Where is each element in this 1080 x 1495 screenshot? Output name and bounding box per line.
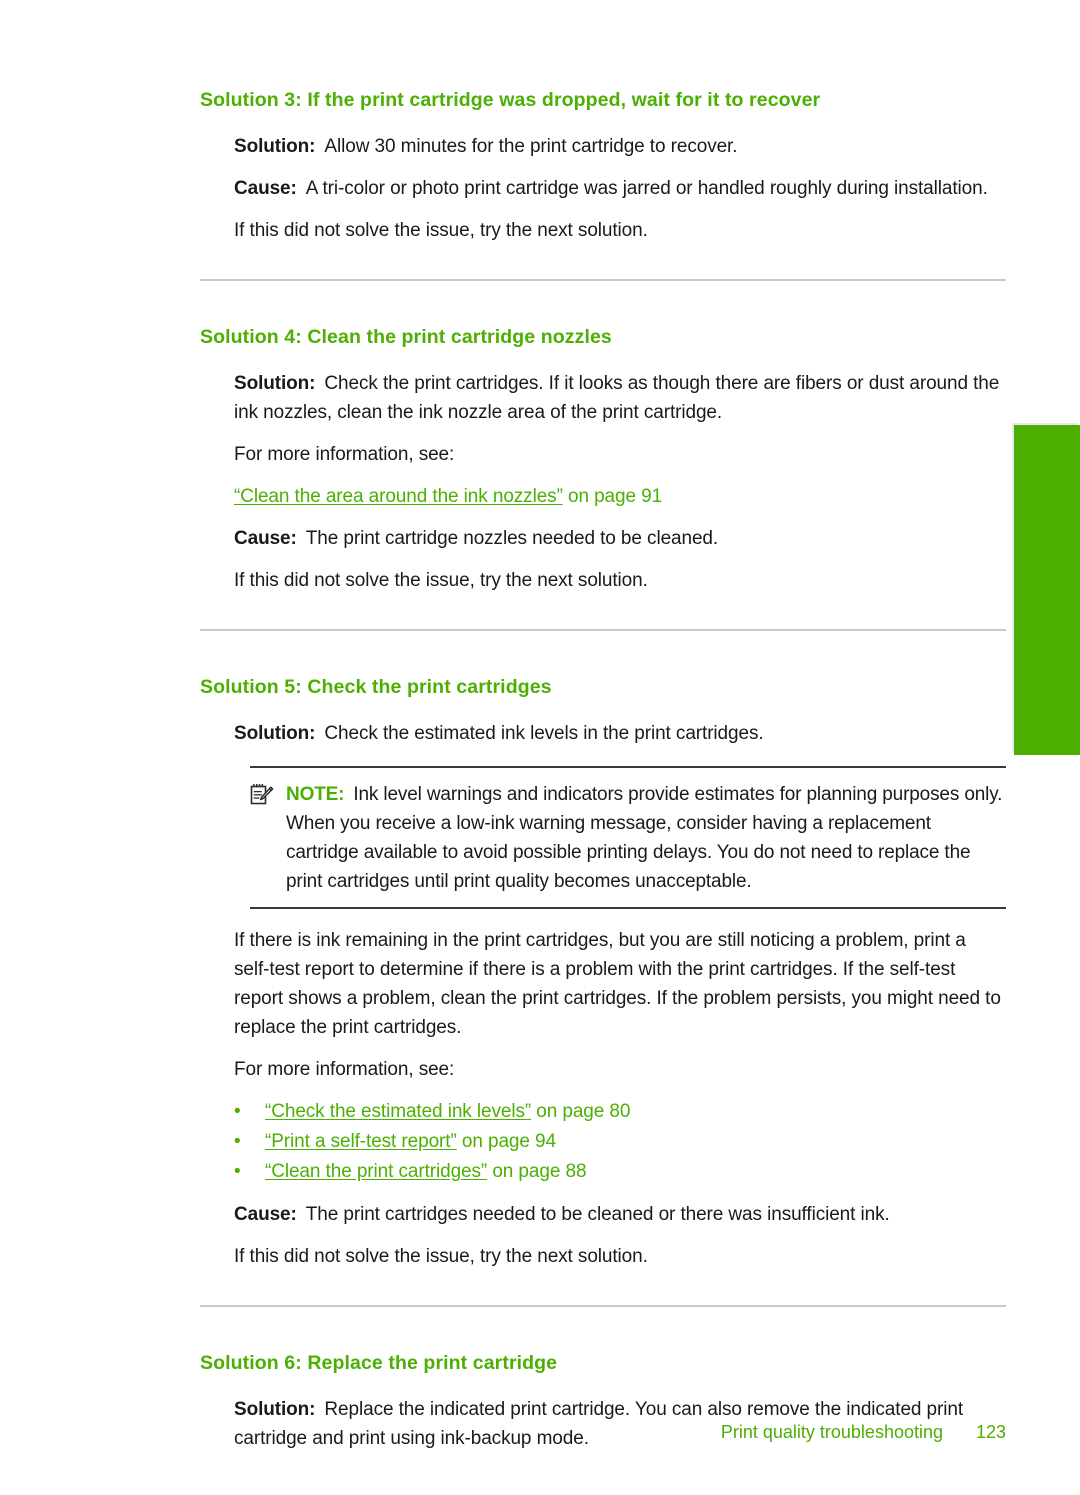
cross-reference-link[interactable]: “Clean the print cartridges” on page 88	[265, 1157, 1006, 1187]
solution-4-solution-text: Check the print cartridges. If it looks …	[234, 373, 1000, 423]
solution-4-cause-text: The print cartridge nozzles needed to be…	[305, 528, 719, 549]
solution-5-cause-paragraph: Cause: The print cartridges needed to be …	[200, 1200, 1006, 1229]
solution-5-next-text: If this did not solve the issue, try the…	[234, 1246, 648, 1267]
note-content: NOTE: Ink level warnings and indicators p…	[286, 780, 1006, 896]
section-solution-3: Solution 3: If the print cartridge was d…	[200, 88, 1006, 245]
note-callout: NOTE: Ink level warnings and indicators p…	[250, 766, 1006, 909]
link-page-ref: on page 94	[456, 1131, 556, 1152]
note-body-text: Ink level warnings and indicators provid…	[286, 784, 1003, 892]
solution-5-cross-reference-list: • “Check the estimated ink levels” on pa…	[200, 1097, 1006, 1187]
page-footer: Print quality troubleshooting 123	[200, 1422, 1006, 1443]
solution-4-cross-reference-link[interactable]: “Clean the area around the ink nozzles” …	[200, 482, 1006, 511]
solution-5-solution-text: Check the estimated ink levels in the pr…	[324, 723, 764, 744]
link-title[interactable]: “Clean the print cartridges”	[265, 1161, 487, 1182]
solution-3-solution-paragraph: Solution: Allow 30 minutes for the print …	[200, 132, 1006, 161]
document-content: Solution 3: If the print cartridge was d…	[200, 88, 1006, 1453]
solution-3-heading: Solution 3: If the print cartridge was d…	[200, 89, 821, 111]
solution-3-solution-text: Allow 30 minutes for the print cartridge…	[324, 136, 738, 157]
list-item[interactable]: • “Check the estimated ink levels” on pa…	[200, 1097, 1006, 1127]
solution-3-cause-label: Cause:	[234, 178, 297, 199]
chapter-side-tab: Troubleshooting	[992, 425, 1080, 755]
solution-4-next-text: If this did not solve the issue, try the…	[234, 570, 648, 591]
bullet-icon: •	[234, 1101, 241, 1122]
note-label: NOTE:	[286, 784, 345, 805]
solution-5-more-info-text: For more information, see:	[234, 1059, 455, 1080]
solution-4-cause-label: Cause:	[234, 528, 297, 549]
solution-5-body-text: If there is ink remaining in the print c…	[234, 930, 1001, 1038]
solution-4-link-title[interactable]: “Clean the area around the ink nozzles”	[234, 486, 563, 507]
solution-4-solution-label: Solution:	[234, 373, 316, 394]
section-solution-5: Solution 5: Check the print cartridges S…	[200, 675, 1006, 1271]
link-title[interactable]: “Check the estimated ink levels”	[265, 1101, 531, 1122]
footer-page-number: 123	[975, 1422, 1006, 1442]
link-title[interactable]: “Print a self-test report”	[265, 1131, 457, 1152]
link-page-ref: on page 88	[487, 1161, 587, 1182]
solution-4-cause-paragraph: Cause: The print cartridge nozzles needed…	[200, 524, 1006, 553]
link-page-ref: on page 80	[531, 1101, 631, 1122]
solution-4-heading: Solution 4: Clean the print cartridge no…	[200, 326, 612, 348]
solution-5-solution-paragraph: Solution: Check the estimated ink levels …	[200, 719, 1006, 748]
solution-4-link-page-ref: on page 91	[562, 486, 663, 507]
solution-5-cause-label: Cause:	[234, 1204, 297, 1225]
solution-4-solution-paragraph: Solution: Check the print cartridges. If …	[200, 369, 1006, 427]
solution-5-solution-label: Solution:	[234, 723, 316, 744]
solution-6-heading: Solution 6: Replace the print cartridge	[200, 1352, 558, 1374]
section-solution-4: Solution 4: Clean the print cartridge no…	[200, 325, 1006, 595]
document-page: Troubleshooting Solution 3: If the print…	[0, 0, 1080, 1495]
bullet-icon: •	[234, 1161, 241, 1182]
footer-title: Print quality troubleshooting	[720, 1422, 943, 1442]
cross-reference-link[interactable]: “Print a self-test report” on page 94	[265, 1127, 1006, 1157]
solution-4-more-info-text: For more information, see:	[234, 444, 455, 465]
solution-3-cause-text: A tri-color or photo print cartridge was…	[305, 178, 988, 199]
bullet-icon: •	[234, 1131, 241, 1152]
note-pad-pencil-icon	[250, 780, 286, 896]
solution-5-cause-text: The print cartridges needed to be cleane…	[305, 1204, 890, 1225]
list-item[interactable]: • “Print a self-test report” on page 94	[200, 1127, 1006, 1157]
solution-3-next-text: If this did not solve the issue, try the…	[234, 220, 648, 241]
solution-3-solution-label: Solution:	[234, 136, 316, 157]
cross-reference-link[interactable]: “Check the estimated ink levels” on page…	[265, 1097, 1006, 1127]
solution-5-heading: Solution 5: Check the print cartridges	[200, 676, 552, 698]
list-item[interactable]: • “Clean the print cartridges” on page 8…	[200, 1157, 1006, 1187]
solution-3-cause-paragraph: Cause: A tri-color or photo print cartrid…	[200, 174, 1006, 203]
solution-6-solution-label: Solution:	[234, 1399, 316, 1420]
